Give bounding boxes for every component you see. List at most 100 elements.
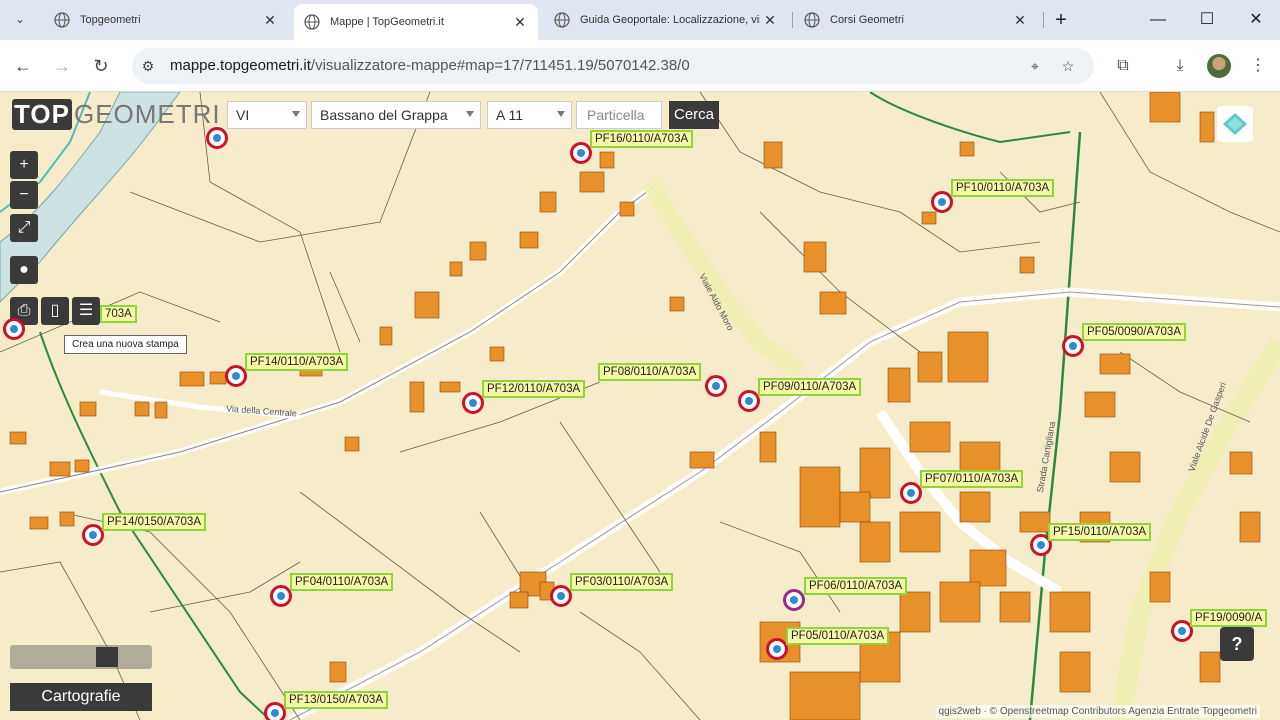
globe-icon [804, 12, 820, 28]
point-label: PF13/0150/A703A [284, 691, 388, 709]
tab-topgeometri[interactable]: Topgeometri ✕ [44, 4, 288, 36]
point-label: PF08/0110/A703A [598, 363, 702, 381]
province-select[interactable]: VI [227, 101, 307, 129]
chevron-down-icon [466, 111, 474, 117]
opacity-slider-handle[interactable] [96, 647, 118, 667]
point-marker[interactable] [738, 390, 760, 412]
opacity-slider-track[interactable] [10, 645, 152, 669]
chevron-down-icon [557, 111, 565, 117]
reload-icon[interactable]: ↻ [89, 54, 113, 78]
maximize-icon[interactable]: ☐ [1194, 8, 1220, 32]
point-label: PF09/0110/A703A [758, 378, 862, 396]
point-label: PF14/0110/A703A [245, 353, 349, 371]
geolocate-icon[interactable]: ● [10, 256, 38, 284]
point-label: PF19/0090/A [1190, 609, 1268, 627]
forward-icon[interactable]: → [50, 54, 74, 78]
point-marker[interactable] [550, 585, 572, 607]
point-marker[interactable] [206, 127, 228, 149]
tab-title: Mappe | TopGeometri.it [330, 16, 444, 28]
point-label: PF05/0110/A703A [786, 627, 890, 645]
foglio-select[interactable]: A 11 [487, 101, 572, 129]
url-text: mappe.topgeometri.it/visualizzatore-mapp… [170, 57, 690, 74]
globe-icon [304, 14, 320, 30]
layer-switcher-button[interactable] [1217, 106, 1253, 142]
tab-guida-geoportale[interactable]: Guida Geoportale: Localizzazione, visual… [544, 4, 788, 36]
tab-separator [792, 12, 793, 28]
point-label: PF05/0090/A703A [1082, 323, 1186, 341]
point-label: 703A [100, 305, 137, 323]
tab-mappe[interactable]: Mappe | TopGeometri.it ✕ [294, 4, 538, 40]
cartografie-button[interactable]: Cartografie [10, 683, 152, 711]
help-button[interactable]: ? [1220, 627, 1254, 661]
menu-icon[interactable]: ⋮ [1246, 54, 1270, 78]
browser-toolbar: ← → ↻ ⚙ mappe.topgeometri.it/visualizzat… [0, 40, 1280, 92]
back-icon[interactable]: ← [11, 54, 35, 78]
close-tab-icon[interactable]: ✕ [260, 12, 280, 29]
address-bar[interactable]: ⚙ mappe.topgeometri.it/visualizzatore-ma… [132, 48, 1094, 84]
point-label: PF10/0110/A703A [951, 179, 1055, 197]
province-value: VI [236, 107, 250, 123]
point-marker[interactable] [570, 142, 592, 164]
tab-title: Corsi Geometri [830, 14, 904, 26]
point-label: PF12/0110/A703A [482, 380, 586, 398]
close-tab-icon[interactable]: ✕ [1010, 12, 1030, 29]
globe-icon [54, 12, 70, 28]
profile-avatar[interactable] [1207, 54, 1231, 78]
tab-title: Guida Geoportale: Localizzazione, visual… [580, 14, 760, 26]
bookmark-star-icon[interactable]: ☆ [1058, 56, 1078, 76]
point-marker[interactable] [3, 318, 25, 340]
point-label: PF03/0110/A703A [570, 573, 674, 591]
globe-icon [554, 12, 570, 28]
logo-top: TOP [12, 98, 72, 130]
layer-list-icon[interactable]: ☰ [72, 297, 100, 325]
site-info-icon[interactable]: ⚙ [138, 56, 158, 76]
url-path: /visualizzatore-mappe#map=17/711451.19/5… [310, 57, 690, 74]
close-tab-icon[interactable]: ✕ [760, 12, 780, 29]
layers-icon [1223, 113, 1247, 135]
tab-separator [1043, 12, 1044, 28]
comune-select[interactable]: Bassano del Grappa [311, 101, 481, 129]
point-marker[interactable] [1062, 335, 1084, 357]
map-book-icon[interactable]: ▯ [41, 297, 69, 325]
point-label: PF04/0110/A703A [290, 573, 394, 591]
close-tab-icon[interactable]: ✕ [510, 14, 530, 31]
point-marker[interactable] [462, 392, 484, 414]
foglio-value: A 11 [496, 107, 523, 123]
logo-geometri: GEOMETRI [73, 98, 221, 129]
url-domain: mappe.topgeometri.it [170, 57, 311, 74]
point-marker[interactable] [270, 585, 292, 607]
point-marker-selected[interactable] [783, 589, 805, 611]
zoom-in-button[interactable]: + [10, 151, 38, 179]
tab-corsi-geometri[interactable]: Corsi Geometri ✕ [794, 4, 1038, 36]
point-marker[interactable] [225, 365, 247, 387]
download-icon[interactable]: ⤓ [1168, 54, 1192, 78]
print-tooltip: Crea una nuova stampa [64, 335, 187, 354]
tab-search-icon[interactable]: ⌄ [8, 7, 32, 31]
cerca-button[interactable]: Cerca [669, 101, 719, 129]
new-tab-icon[interactable]: + [1048, 8, 1074, 32]
point-marker[interactable] [705, 375, 727, 397]
browser-tab-strip: ⌄ Topgeometri ✕ Mappe | TopGeometri.it ✕… [0, 0, 1280, 40]
cadastral-map [0, 92, 1280, 720]
point-marker[interactable] [931, 191, 953, 213]
fullscreen-icon[interactable]: ⤢ [10, 214, 38, 242]
point-marker[interactable] [900, 482, 922, 504]
chevron-down-icon [292, 111, 300, 117]
point-marker[interactable] [264, 702, 286, 720]
point-label: PF16/0110/A703A [590, 130, 694, 148]
extensions-icon[interactable]: ⧉ [1111, 54, 1135, 78]
point-label: PF14/0150/A703A [102, 513, 206, 531]
topgeometri-logo: TOP GEOMETRI [12, 98, 221, 130]
zoom-out-button[interactable]: − [10, 181, 38, 209]
comune-value: Bassano del Grappa [320, 107, 448, 123]
point-marker[interactable] [766, 638, 788, 660]
point-label: PF06/0110/A703A [804, 577, 908, 595]
close-window-icon[interactable]: ✕ [1243, 8, 1269, 32]
minimize-icon[interactable]: — [1145, 8, 1171, 32]
map-canvas[interactable]: Via della Centrale Viale Aldo Moro Viale… [0, 92, 1280, 720]
tab-title: Topgeometri [80, 14, 141, 26]
location-icon[interactable]: ⌖ [1025, 56, 1045, 76]
point-label: PF07/0110/A703A [920, 470, 1024, 488]
point-marker[interactable] [82, 524, 104, 546]
particella-input[interactable]: Particella [576, 101, 662, 129]
